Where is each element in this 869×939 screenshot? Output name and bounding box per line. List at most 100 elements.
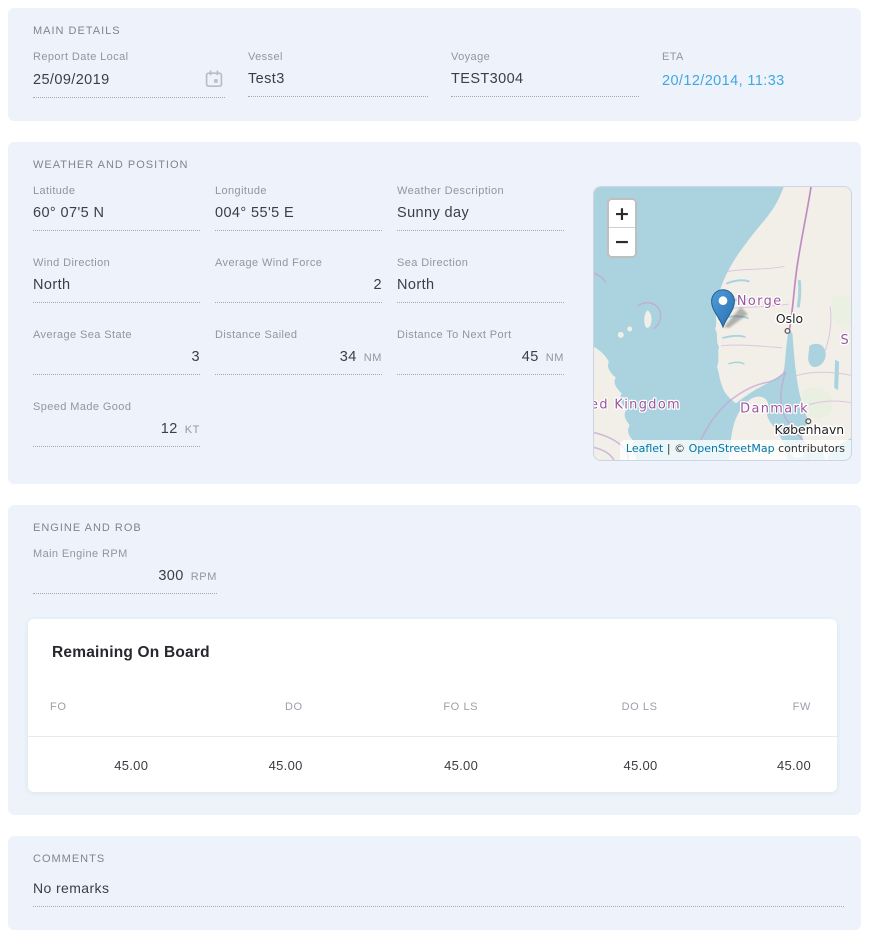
average-wind-force-value: 2 bbox=[215, 276, 382, 294]
field-distance-to-next-port: Distance To Next Port 45 NM bbox=[397, 329, 564, 375]
engine-title: ENGINE AND ROB bbox=[33, 522, 844, 534]
position-map[interactable]: Norge Oslo S Danmark København ed Kingdo… bbox=[593, 186, 852, 461]
field-average-wind-force: Average Wind Force 2 bbox=[215, 257, 382, 303]
comments-input[interactable]: No remarks bbox=[33, 879, 844, 907]
map-label-norge: Norge bbox=[737, 294, 783, 309]
section-comments: COMMENTS No remarks bbox=[8, 836, 861, 930]
vessel-input[interactable]: Test3 bbox=[248, 70, 428, 97]
map-label-sverige: S bbox=[840, 333, 850, 348]
sea-direction-label: Sea Direction bbox=[397, 257, 564, 269]
sea-direction-input[interactable]: North bbox=[397, 276, 564, 303]
longitude-label: Longitude bbox=[215, 185, 382, 197]
eta-value[interactable]: 20/12/2014, 11:33 bbox=[662, 70, 844, 90]
leaflet-link[interactable]: Leaflet bbox=[626, 442, 663, 455]
map-zoom-out-button[interactable]: − bbox=[609, 228, 635, 256]
voyage-label: Voyage bbox=[451, 51, 639, 63]
rob-card-title: Remaining On Board bbox=[28, 644, 837, 662]
latitude-label: Latitude bbox=[33, 185, 200, 197]
rob-cell-fo: 45.00 bbox=[50, 758, 148, 773]
attribution-separator: | © bbox=[663, 442, 688, 455]
speed-made-good-label: Speed Made Good bbox=[33, 401, 200, 413]
average-sea-state-value: 3 bbox=[33, 348, 200, 366]
attribution-suffix: contributors bbox=[775, 442, 845, 455]
field-latitude: Latitude 60° 07'5 N bbox=[33, 185, 200, 231]
latitude-input[interactable]: 60° 07'5 N bbox=[33, 204, 200, 231]
map-label-united-kingdom: ed Kingdom bbox=[594, 397, 681, 412]
comments-title: COMMENTS bbox=[33, 853, 844, 865]
voyage-value: TEST3004 bbox=[451, 70, 639, 88]
weather-description-value: Sunny day bbox=[397, 204, 564, 222]
weather-description-label: Weather Description bbox=[397, 185, 564, 197]
wind-direction-input[interactable]: North bbox=[33, 276, 200, 303]
section-main-details: MAIN DETAILS Report Date Local 25/09/201… bbox=[8, 8, 861, 121]
distance-sailed-unit: NM bbox=[364, 352, 382, 366]
section-weather-position: WEATHER AND POSITION Latitude 60° 07'5 N… bbox=[8, 142, 861, 484]
remaining-on-board-card: Remaining On Board FO DO FO LS DO LS FW … bbox=[28, 619, 837, 792]
field-longitude: Longitude 004° 55'5 E bbox=[215, 185, 382, 231]
vessel-label: Vessel bbox=[248, 51, 428, 63]
distance-to-next-port-value: 45 bbox=[397, 348, 539, 366]
eta-label: ETA bbox=[662, 51, 844, 63]
speed-made-good-unit: KT bbox=[185, 424, 200, 438]
field-weather-description: Weather Description Sunny day bbox=[397, 185, 564, 231]
calendar-icon[interactable] bbox=[205, 70, 223, 88]
longitude-input[interactable]: 004° 55'5 E bbox=[215, 204, 382, 231]
wind-direction-value: North bbox=[33, 276, 200, 294]
comments-value: No remarks bbox=[33, 879, 844, 897]
distance-to-next-port-label: Distance To Next Port bbox=[397, 329, 564, 341]
map-zoom-in-button[interactable]: + bbox=[609, 200, 635, 228]
report-date-input[interactable]: 25/09/2019 bbox=[33, 70, 225, 98]
rob-cell-fw: 45.00 bbox=[658, 758, 811, 773]
distance-to-next-port-input[interactable]: 45 NM bbox=[397, 348, 564, 375]
map-zoom-control: + − bbox=[607, 198, 637, 258]
weather-title: WEATHER AND POSITION bbox=[33, 159, 844, 171]
distance-sailed-label: Distance Sailed bbox=[215, 329, 382, 341]
speed-made-good-value: 12 bbox=[33, 420, 178, 438]
longitude-value: 004° 55'5 E bbox=[215, 204, 382, 222]
report-date-value: 25/09/2019 bbox=[33, 71, 197, 89]
distance-sailed-input[interactable]: 34 NM bbox=[215, 348, 382, 375]
rob-col-header-do: DO bbox=[148, 701, 302, 713]
rob-col-header-fw: FW bbox=[658, 701, 811, 713]
field-comments: No remarks bbox=[25, 879, 844, 907]
field-distance-sailed: Distance Sailed 34 NM bbox=[215, 329, 382, 375]
map-label-kobenhavn: København bbox=[774, 422, 844, 437]
field-speed-made-good: Speed Made Good 12 KT bbox=[33, 401, 200, 447]
rob-cell-dols: 45.00 bbox=[478, 758, 657, 773]
map-label-danmark: Danmark bbox=[740, 401, 809, 416]
field-main-engine-rpm: Main Engine RPM 300 RPM bbox=[25, 548, 217, 594]
noon-report-page: MAIN DETAILS Report Date Local 25/09/201… bbox=[0, 0, 869, 939]
rob-cell-do: 45.00 bbox=[148, 758, 302, 773]
distance-to-next-port-unit: NM bbox=[546, 352, 564, 366]
average-sea-state-label: Average Sea State bbox=[33, 329, 200, 341]
main-engine-rpm-value: 300 bbox=[33, 567, 184, 585]
main-engine-rpm-input[interactable]: 300 RPM bbox=[33, 567, 217, 594]
weather-fields-grid: Latitude 60° 07'5 N Longitude 004° 55'5 … bbox=[33, 185, 564, 447]
field-average-sea-state: Average Sea State 3 bbox=[33, 329, 200, 375]
average-wind-force-input[interactable]: 2 bbox=[215, 276, 382, 303]
map-attribution: Leaflet | © OpenStreetMap contributors bbox=[620, 440, 851, 460]
field-voyage: Voyage TEST3004 bbox=[451, 51, 639, 98]
average-sea-state-input[interactable]: 3 bbox=[33, 348, 200, 375]
section-engine-rob: ENGINE AND ROB Main Engine RPM 300 RPM R… bbox=[8, 505, 861, 815]
field-sea-direction: Sea Direction North bbox=[397, 257, 564, 303]
report-date-label: Report Date Local bbox=[33, 51, 225, 63]
field-eta: ETA 20/12/2014, 11:33 bbox=[662, 51, 844, 98]
rob-col-header-fols: FO LS bbox=[303, 701, 478, 713]
main-details-title: MAIN DETAILS bbox=[33, 25, 844, 37]
rob-table-value-row: 45.00 45.00 45.00 45.00 45.00 bbox=[28, 737, 837, 792]
map-label-oslo: Oslo bbox=[776, 311, 803, 326]
main-engine-rpm-label: Main Engine RPM bbox=[33, 548, 217, 560]
field-report-date-local: Report Date Local 25/09/2019 bbox=[33, 51, 225, 98]
weather-description-input[interactable]: Sunny day bbox=[397, 204, 564, 231]
openstreetmap-link[interactable]: OpenStreetMap bbox=[689, 442, 775, 455]
rob-cell-fols: 45.00 bbox=[303, 758, 478, 773]
weather-layout: Latitude 60° 07'5 N Longitude 004° 55'5 … bbox=[25, 185, 844, 461]
average-wind-force-label: Average Wind Force bbox=[215, 257, 382, 269]
rob-col-header-fo: FO bbox=[50, 701, 148, 713]
voyage-input[interactable]: TEST3004 bbox=[451, 70, 639, 97]
field-wind-direction: Wind Direction North bbox=[33, 257, 200, 303]
oslo-town-dot bbox=[785, 329, 790, 334]
speed-made-good-input[interactable]: 12 KT bbox=[33, 420, 200, 447]
sea-direction-value: North bbox=[397, 276, 564, 294]
